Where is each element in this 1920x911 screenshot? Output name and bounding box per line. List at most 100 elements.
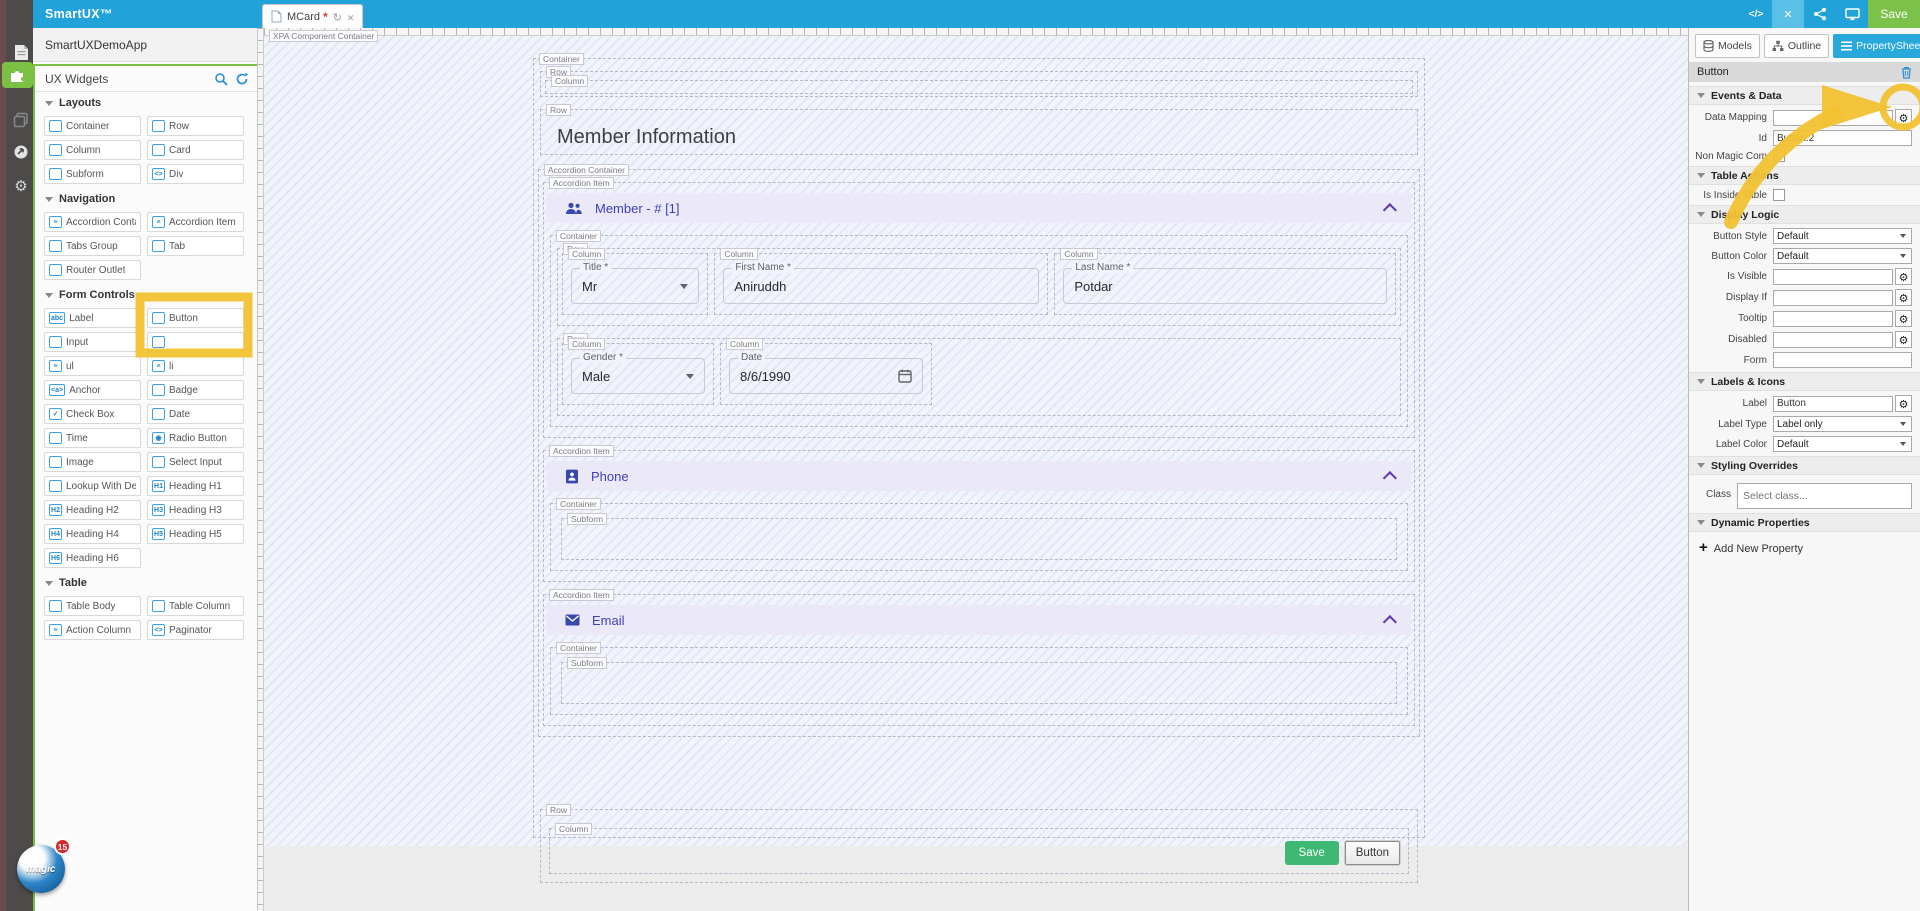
phone-accordion-header[interactable]: Phone <box>547 461 1411 491</box>
accordion-item-member[interactable]: Accordion Item Member - # [1] Container … <box>543 182 1415 438</box>
row-top[interactable]: Row Column <box>540 71 1418 97</box>
widget-item-div[interactable]: <>Div <box>147 164 244 184</box>
widget-item-subform[interactable]: Subform <box>44 164 141 184</box>
widget-item-tab[interactable]: Tab <box>147 236 244 256</box>
widget-item-button[interactable]: Button <box>147 308 244 328</box>
widget-item-heading-h4[interactable]: H4Heading H4 <box>44 524 141 544</box>
widget-item-heading-h2[interactable]: H2Heading H2 <box>44 500 141 520</box>
widget-item-anchor[interactable]: <a>Anchor <box>44 380 141 400</box>
id-input[interactable]: Button.2 <box>1773 130 1912 146</box>
member-row-1[interactable]: Row Column Title * Mr Column <box>557 248 1401 326</box>
widget-item-heading-h1[interactable]: H1Heading H1 <box>147 476 244 496</box>
widget-item-table-column[interactable]: Table Column <box>147 596 244 616</box>
tab-outline[interactable]: Outline <box>1764 34 1829 58</box>
widget-item-heading-h3[interactable]: H3Heading H3 <box>147 500 244 520</box>
column-title[interactable]: Column Title * Mr <box>562 253 708 315</box>
accordion-item-phone[interactable]: Accordion Item Phone Container Subform <box>543 450 1415 582</box>
chevron-up-icon[interactable] <box>1383 203 1397 217</box>
widget-item-li[interactable]: ≡li <box>147 356 244 376</box>
widget-item-accordion-container[interactable]: ≡Accordion Conta... <box>44 212 141 232</box>
calendar-icon[interactable] <box>898 369 912 383</box>
disabled-input[interactable] <box>1773 332 1893 348</box>
widget-item-column[interactable]: Column <box>44 140 141 160</box>
widget-item-badge[interactable]: Badge <box>147 380 244 400</box>
tab-models[interactable]: Models <box>1695 34 1760 58</box>
label-color-select[interactable]: Default <box>1773 436 1912 452</box>
tooltip-gear-button[interactable] <box>1895 310 1912 327</box>
form-input[interactable] <box>1773 352 1912 368</box>
section-layouts[interactable]: Layouts <box>35 92 257 114</box>
widget-item-label[interactable]: abcLabel <box>44 308 141 328</box>
chevron-up-icon[interactable] <box>1383 615 1397 629</box>
design-surface[interactable]: XPA Component Container Container Row Co… <box>264 36 1688 846</box>
refresh-widgets-icon[interactable] <box>235 72 249 86</box>
column-top[interactable]: Column <box>545 80 1413 94</box>
is-visible-input[interactable] <box>1773 269 1893 285</box>
document-icon[interactable] <box>9 40 33 64</box>
email-subform[interactable]: Subform <box>561 662 1397 704</box>
widget-item-action-column[interactable]: ≡Action Column <box>44 620 141 640</box>
member-accordion-header[interactable]: Member - # [1] <box>547 193 1411 223</box>
widget-item-router-outlet[interactable]: Router Outlet <box>44 260 141 280</box>
widget-item-hidden[interactable] <box>147 332 244 352</box>
data-mapping-input[interactable] <box>1773 110 1893 126</box>
document-tab-mcard[interactable]: MCard * <box>262 4 363 28</box>
section-events-data[interactable]: Events & Data <box>1689 86 1920 105</box>
email-accordion-header[interactable]: Email <box>547 605 1411 635</box>
display-if-gear-button[interactable] <box>1895 289 1912 306</box>
widget-item-card[interactable]: Card <box>147 140 244 160</box>
disabled-gear-button[interactable] <box>1895 331 1912 348</box>
widget-item-heading-h6[interactable]: H6Heading H6 <box>44 548 141 568</box>
widget-item-select-input[interactable]: Select Input <box>147 452 244 472</box>
class-input[interactable] <box>1737 483 1912 509</box>
widget-item-date[interactable]: Date <box>147 404 244 424</box>
section-form-controls[interactable]: Form Controls <box>35 284 257 306</box>
non-magic-checkbox[interactable] <box>1773 150 1785 162</box>
gender-select[interactable]: Gender * Male <box>571 358 705 394</box>
phone-subform[interactable]: Subform <box>561 518 1397 560</box>
column-bottom[interactable]: Column Save Button <box>549 828 1409 874</box>
widgets-puzzle-icon[interactable] <box>2 62 33 88</box>
widget-item-input[interactable]: Input <box>44 332 141 352</box>
label-gear-button[interactable] <box>1895 395 1912 412</box>
widget-item-radio-button[interactable]: ◉Radio Button <box>147 428 244 448</box>
widget-item-check-box[interactable]: ✓Check Box <box>44 404 141 424</box>
date-input[interactable]: Date 8/6/1990 <box>729 358 923 394</box>
app-name-row[interactable]: SmartUXDemoApp <box>33 28 257 62</box>
member-row-2[interactable]: Row Column Gender * Male Column <box>557 338 1401 416</box>
section-dynamic-properties[interactable]: Dynamic Properties <box>1689 513 1920 532</box>
section-styling-overrides[interactable]: Styling Overrides <box>1689 456 1920 475</box>
trash-icon[interactable] <box>1901 66 1912 79</box>
row-heading[interactable]: Row Member Information <box>540 109 1418 155</box>
widget-item-time[interactable]: Time <box>44 428 141 448</box>
share-icon[interactable] <box>1804 0 1836 28</box>
label-input[interactable]: Button <box>1773 396 1893 412</box>
display-if-input[interactable] <box>1773 290 1893 306</box>
button-style-select[interactable]: Default <box>1773 228 1912 244</box>
save-button-header[interactable]: Save <box>1868 0 1920 28</box>
refresh-icon[interactable] <box>333 8 342 26</box>
column-gender[interactable]: Column Gender * Male <box>562 343 714 405</box>
button-color-select[interactable]: Default <box>1773 248 1912 264</box>
chevron-up-icon[interactable] <box>1383 471 1397 485</box>
column-first-name[interactable]: Column First Name * Aniruddh <box>714 253 1048 315</box>
accordion-container[interactable]: Accordion Container Accordion Item Membe… <box>538 169 1420 737</box>
label-type-select[interactable]: Label only <box>1773 416 1912 432</box>
section-display-logic[interactable]: Display Logic <box>1689 205 1920 224</box>
column-date[interactable]: Column Date 8/6/1990 <box>720 343 932 405</box>
add-new-property-button[interactable]: Add New Property <box>1699 542 1920 555</box>
widget-item-accordion-item[interactable]: ≡Accordion Item <box>147 212 244 232</box>
column-last-name[interactable]: Column Last Name * Potdar <box>1054 253 1396 315</box>
is-visible-gear-button[interactable] <box>1895 268 1912 285</box>
close-tab-icon[interactable] <box>347 8 355 26</box>
is-inside-table-checkbox[interactable] <box>1773 189 1785 201</box>
generic-button-canvas[interactable]: Button <box>1345 841 1400 865</box>
last-name-input[interactable]: Last Name * Potdar <box>1063 268 1387 304</box>
settings-gear-icon[interactable] <box>9 174 33 198</box>
search-icon[interactable] <box>214 72 228 86</box>
widget-item-lookup[interactable]: Lookup With De... <box>44 476 141 496</box>
title-select[interactable]: Title * Mr <box>571 268 699 304</box>
code-view-icon[interactable] <box>1740 0 1772 28</box>
section-navigation[interactable]: Navigation <box>35 188 257 210</box>
section-labels-icons[interactable]: Labels & Icons <box>1689 372 1920 391</box>
